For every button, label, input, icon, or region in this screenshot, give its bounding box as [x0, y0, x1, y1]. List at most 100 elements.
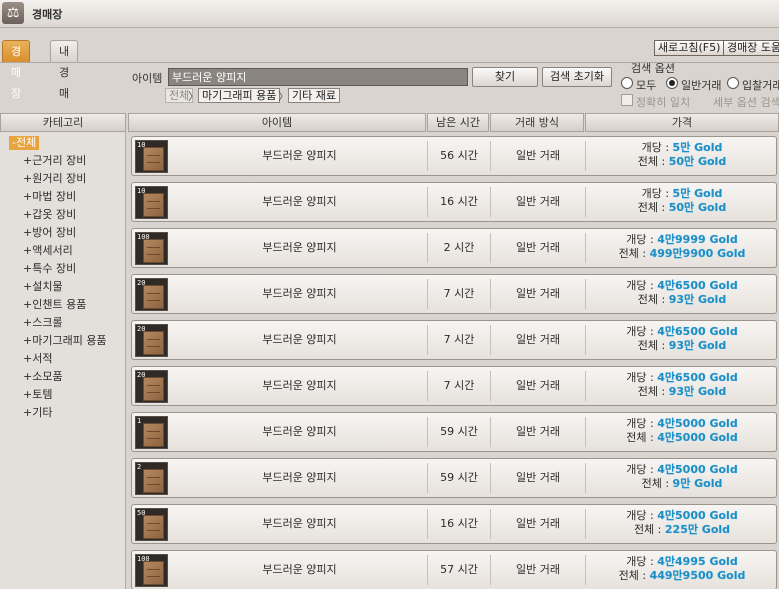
item-name: 부드러운 양피지 — [262, 149, 337, 162]
listing-row[interactable]: 20 부드러운 양피지 7 시간 일반 거래 개당 : 4만6500 Gold 전체 : … — [131, 366, 777, 406]
total-price-label: 전체 : — [633, 523, 665, 536]
category-magic[interactable]: +마법 장비 — [23, 190, 76, 204]
listing-row[interactable]: 100 부드러운 양피지 2 시간 일반 거래 개당 : 4만9999 Gold 전체 :… — [131, 228, 777, 268]
total-price-label: 전체 : — [637, 155, 669, 168]
listing-row[interactable]: 10 부드러운 양피지 16 시간 일반 거래 개당 : 5만 Gold 전체 : 50만… — [131, 182, 777, 222]
category-panel: -전체 +근거리 장비 +원거리 장비 +마법 장비 +갑옷 장비 +방어 장비… — [0, 132, 126, 589]
price-cell: 개당 : 4만5000 Gold 전체 : 9만 Gold — [588, 461, 776, 495]
category-ranged[interactable]: +원거리 장비 — [23, 172, 86, 186]
total-price: 4만5000 Gold — [657, 431, 738, 444]
category-misc[interactable]: +기타 — [23, 406, 52, 420]
category-magigraphy[interactable]: +마기그래피 용품 — [23, 334, 107, 348]
item-thumbnail: 100 — [135, 232, 168, 265]
find-button[interactable]: 찾기 — [472, 67, 538, 87]
listing-row[interactable]: 10 부드러운 양피지 56 시간 일반 거래 개당 : 5만 Gold 전체 : 50만… — [131, 136, 777, 176]
unit-price: 4만6500 Gold — [657, 371, 738, 384]
listing-row[interactable]: 100 부드러운 양피지 57 시간 일반 거래 개당 : 4만4995 Gold 전체 … — [131, 550, 777, 589]
stack-count: 1 — [137, 417, 142, 425]
parchment-icon — [143, 377, 164, 401]
total-price-label: 전체 : — [637, 293, 669, 306]
item-thumbnail: 20 — [135, 370, 168, 403]
category-defense[interactable]: +방어 장비 — [23, 226, 76, 240]
total-price-line: 전체 : 93만 Gold — [588, 339, 776, 353]
total-price: 225만 Gold — [664, 523, 731, 536]
radio-normal-trade[interactable] — [666, 77, 678, 89]
column-divider — [585, 187, 586, 217]
remaining-time: 7 시간 — [443, 287, 475, 300]
radio-all[interactable] — [621, 77, 633, 89]
unit-price: 4만5000 Gold — [657, 509, 738, 522]
tab-auction-house[interactable]: 경매장 — [2, 40, 31, 100]
remaining-time: 7 시간 — [443, 379, 475, 392]
item-label: 아이템 — [132, 72, 163, 85]
unit-price: 5만 Gold — [672, 187, 723, 200]
category-all[interactable]: -전체 — [9, 136, 40, 150]
total-price: 449만9500 Gold — [649, 569, 746, 582]
total-price-label: 전체 : — [637, 339, 669, 352]
exact-match-label: 정확히 일치 — [636, 96, 691, 109]
unit-price: 4만5000 Gold — [657, 463, 738, 476]
listing-row[interactable]: 50 부드러운 양피지 16 시간 일반 거래 개당 : 4만5000 Gold 전체 :… — [131, 504, 777, 544]
unit-price-label: 개당 : — [641, 141, 673, 154]
window-title: 경매장 — [32, 8, 63, 21]
breadcrumb-magigraphy[interactable]: 마기그래피 용품 — [198, 88, 281, 103]
time-column-header[interactable]: 남은 시간 — [427, 113, 489, 132]
search-input[interactable] — [168, 68, 468, 86]
trade-method: 일반 거래 — [516, 471, 560, 484]
item-thumbnail: 1 — [135, 416, 168, 449]
unit-price-line: 개당 : 4만5000 Gold — [588, 509, 776, 523]
total-price-line: 전체 : 225만 Gold — [588, 523, 776, 537]
unit-price-label: 개당 : — [626, 555, 658, 568]
unit-price: 4만5000 Gold — [657, 417, 738, 430]
detail-options-link[interactable]: 세부 옵션 검색 — [713, 94, 779, 110]
trade-method: 일반 거래 — [516, 333, 560, 346]
refresh-button[interactable]: 새로고침(F5) — [654, 40, 725, 56]
unit-price-line: 개당 : 5만 Gold — [588, 187, 776, 201]
listing-row[interactable]: 1 부드러운 양피지 59 시간 일반 거래 개당 : 4만5000 Gold 전체 : … — [131, 412, 777, 452]
listing-row[interactable]: 2 부드러운 양피지 59 시간 일반 거래 개당 : 4만5000 Gold 전체 : … — [131, 458, 777, 498]
column-divider — [585, 325, 586, 355]
exact-match-checkbox[interactable] — [621, 94, 633, 106]
price-cell: 개당 : 4만9999 Gold 전체 : 499만9900 Gold — [588, 231, 776, 265]
category-accessory[interactable]: +액세서리 — [23, 244, 73, 258]
category-armor[interactable]: +갑옷 장비 — [23, 208, 76, 222]
help-button[interactable]: 경매장 도움 — [723, 40, 779, 56]
remaining-time: 57 시간 — [440, 563, 478, 576]
trade-method: 일반 거래 — [516, 287, 560, 300]
category-books[interactable]: +서적 — [23, 352, 52, 366]
category-enchant[interactable]: +인챈트 용품 — [23, 298, 86, 312]
column-divider — [585, 371, 586, 401]
parchment-icon — [143, 515, 164, 539]
breadcrumb-misc-material[interactable]: 기타 재료 — [288, 88, 340, 103]
unit-price-label: 개당 : — [626, 463, 658, 476]
item-thumbnail: 10 — [135, 186, 168, 219]
reset-search-button[interactable]: 검색 초기화 — [542, 67, 612, 87]
listing-row[interactable]: 20 부드러운 양피지 7 시간 일반 거래 개당 : 4만6500 Gold 전체 : … — [131, 320, 777, 360]
title-bar[interactable]: ⚖ 경매장 — [0, 0, 779, 28]
parchment-icon — [143, 331, 164, 355]
total-price: 93만 Gold — [668, 385, 727, 398]
tab-my-auctions[interactable]: 내 경매 — [50, 40, 79, 100]
unit-price-label: 개당 : — [626, 325, 658, 338]
category-melee[interactable]: +근거리 장비 — [23, 154, 86, 168]
total-price-label: 전체 : — [637, 385, 669, 398]
category-installable[interactable]: +설치물 — [23, 280, 63, 294]
balance-scale-icon: ⚖ — [2, 2, 24, 24]
unit-price-line: 개당 : 5만 Gold — [588, 141, 776, 155]
category-scroll[interactable]: +스크롤 — [23, 316, 63, 330]
category-special[interactable]: +특수 장비 — [23, 262, 76, 276]
item-column-header[interactable]: 아이템 — [128, 113, 426, 132]
method-column-header[interactable]: 거래 방식 — [490, 113, 584, 132]
listing-row[interactable]: 20 부드러운 양피지 7 시간 일반 거래 개당 : 4만6500 Gold 전체 : … — [131, 274, 777, 314]
category-totem[interactable]: +토템 — [23, 388, 52, 402]
total-price: 50만 Gold — [668, 201, 727, 214]
category-consumable[interactable]: +소모품 — [23, 370, 63, 384]
trade-method: 일반 거래 — [516, 425, 560, 438]
parchment-icon — [143, 193, 164, 217]
radio-bid-trade[interactable] — [727, 77, 739, 89]
price-column-header[interactable]: 가격 — [585, 113, 779, 132]
total-price-line: 전체 : 499만9900 Gold — [588, 247, 776, 261]
price-cell: 개당 : 4만6500 Gold 전체 : 93만 Gold — [588, 323, 776, 357]
unit-price-line: 개당 : 4만5000 Gold — [588, 463, 776, 477]
item-name: 부드러운 양피지 — [262, 241, 337, 254]
